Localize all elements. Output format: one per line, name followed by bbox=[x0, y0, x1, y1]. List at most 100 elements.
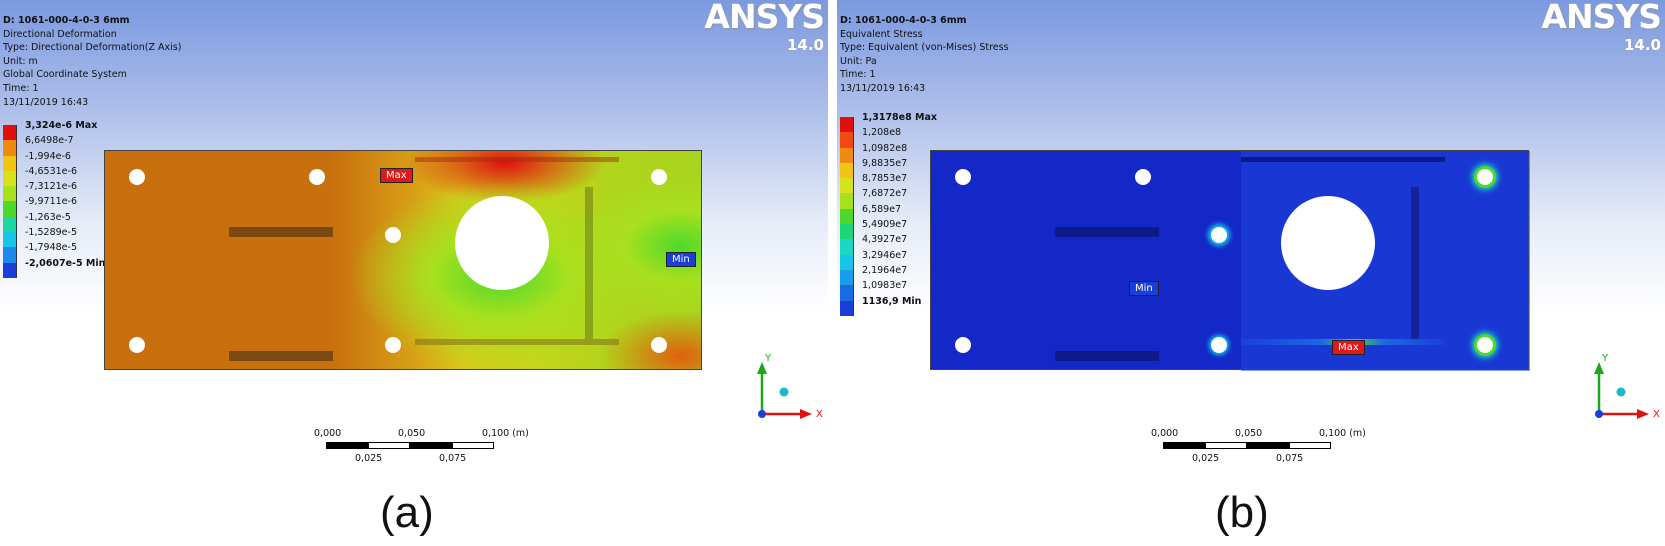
scale-segment bbox=[1247, 442, 1289, 449]
caption-b: (b) bbox=[1215, 488, 1269, 537]
scale-segment bbox=[326, 442, 368, 449]
legend-swatch bbox=[840, 269, 854, 286]
legend-swatch bbox=[840, 178, 854, 194]
slot-vertical bbox=[585, 187, 593, 339]
legend-label: 5,4909e7 bbox=[862, 219, 908, 231]
result-timestamp: 13/11/2019 16:43 bbox=[840, 82, 926, 94]
fea-model-deformation[interactable] bbox=[104, 150, 702, 370]
slot-vertical bbox=[1411, 187, 1419, 339]
legend-label: 3,2946e7 bbox=[862, 249, 908, 261]
legend-label: -4,6531e-6 bbox=[25, 165, 77, 177]
ansys-brand: ANSYS bbox=[1541, 0, 1662, 36]
result-unit: Unit: Pa bbox=[840, 55, 877, 67]
slot bbox=[229, 227, 333, 237]
result-timestamp: 13/11/2019 16:43 bbox=[3, 96, 89, 108]
bolt-hole bbox=[651, 337, 667, 353]
center-bore-hole bbox=[1281, 196, 1375, 290]
legend-swatch bbox=[3, 155, 17, 171]
bolt-hole bbox=[1211, 337, 1227, 353]
scale-tick-2: 0,100 (m) bbox=[482, 428, 529, 439]
result-time: Time: 1 bbox=[840, 69, 876, 81]
bolt-hole bbox=[129, 337, 145, 353]
bolt-hole bbox=[955, 337, 971, 353]
scale-segment bbox=[452, 442, 494, 449]
legend-label: 4,3927e7 bbox=[862, 234, 908, 246]
legend-label-min: -2,0607e-5 Min bbox=[25, 257, 106, 269]
triad-y-label: Y bbox=[1601, 353, 1609, 364]
scale-tick-4: 0,075 bbox=[439, 453, 467, 464]
legend-swatch bbox=[840, 239, 854, 255]
legend-label: 1,208e8 bbox=[862, 127, 902, 139]
legend-label: 1,0983e7 bbox=[862, 280, 908, 292]
legend-label-max: 3,324e-6 Max bbox=[25, 120, 98, 131]
bolt-hole bbox=[385, 337, 401, 353]
bolt-hole bbox=[651, 169, 667, 185]
scale-tick-2: 0,100 (m) bbox=[1319, 428, 1366, 439]
model-title: D: 1061-000-4-0-3 6mm bbox=[840, 15, 967, 26]
min-marker[interactable]: Min bbox=[1129, 281, 1159, 296]
slot-top-edge bbox=[415, 157, 619, 162]
legend-swatch bbox=[3, 262, 17, 278]
result-type: Type: Directional Deformation(Z Axis) bbox=[3, 42, 182, 54]
scale-tick-3: 0,025 bbox=[355, 453, 383, 464]
caption-a: (a) bbox=[380, 488, 434, 537]
scale-segment bbox=[410, 442, 452, 449]
result-info-block: D: 1061-000-4-0-3 6mm Equivalent Stress … bbox=[840, 14, 1009, 96]
legend-label-max: 1,3178e8 Max bbox=[862, 112, 938, 123]
axis-triad-icon[interactable]: Y X bbox=[1585, 352, 1660, 422]
ansys-version: 14.0 bbox=[786, 36, 824, 54]
triad-x-label: X bbox=[1653, 409, 1660, 420]
legend-swatch bbox=[840, 193, 854, 209]
legend-label: 1,0982e8 bbox=[862, 142, 908, 154]
bolt-hole bbox=[129, 169, 145, 185]
ansys-logo: ANSYS 14.0 bbox=[704, 0, 825, 54]
result-type: Type: Equivalent (von-Mises) Stress bbox=[840, 42, 1009, 54]
min-marker[interactable]: Min bbox=[666, 252, 696, 267]
scale-tick-1: 0,050 bbox=[398, 428, 426, 439]
legend-swatch bbox=[3, 170, 17, 187]
legend-swatch bbox=[840, 300, 854, 316]
max-marker[interactable]: Max bbox=[1332, 340, 1365, 355]
slot-top-edge bbox=[1241, 157, 1445, 162]
legend-swatch bbox=[3, 186, 17, 202]
scale-bar: 0,000 0,050 0,100 (m) 0,025 0,075 bbox=[1149, 428, 1366, 468]
viewport-equivalent-stress[interactable]: D: 1061-000-4-0-3 6mm Equivalent Stress … bbox=[837, 0, 1665, 464]
bolt-hole-hotspot bbox=[1477, 169, 1493, 185]
result-unit: Unit: m bbox=[3, 55, 38, 67]
triad-y-label: Y bbox=[764, 353, 772, 364]
legend-label: 8,7853e7 bbox=[862, 173, 908, 185]
result-name: Equivalent Stress bbox=[840, 28, 923, 40]
legend-label: 2,1964e7 bbox=[862, 264, 908, 276]
result-time: Time: 1 bbox=[3, 82, 39, 94]
legend-label: 6,6498e-7 bbox=[25, 135, 74, 147]
fea-model-stress[interactable] bbox=[930, 150, 1530, 371]
ansys-version: 14.0 bbox=[1623, 36, 1661, 54]
bolt-hole-hotspot bbox=[1477, 337, 1493, 353]
legend-swatch bbox=[840, 254, 854, 270]
legend-label: -7,3121e-6 bbox=[25, 181, 77, 193]
legend-swatch bbox=[3, 125, 17, 141]
axis-triad-icon[interactable]: Y X bbox=[748, 352, 823, 422]
legend-swatch bbox=[840, 224, 854, 240]
legend-swatch bbox=[840, 208, 854, 225]
legend-label: -1,263e-5 bbox=[25, 211, 71, 223]
bolt-hole bbox=[309, 169, 325, 185]
result-info-block: D: 1061-000-4-0-3 6mm Directional Deform… bbox=[3, 14, 181, 109]
result-name: Directional Deformation bbox=[3, 28, 117, 40]
legend-swatch bbox=[3, 247, 17, 263]
scale-segment bbox=[1205, 442, 1247, 449]
legend-swatch bbox=[840, 132, 854, 148]
max-marker[interactable]: Max bbox=[380, 168, 413, 183]
coordinate-system: Global Coordinate System bbox=[3, 69, 127, 81]
scale-bar: 0,000 0,050 0,100 (m) 0,025 0,075 bbox=[312, 428, 529, 468]
legend-label: 9,8835e7 bbox=[862, 157, 908, 169]
legend-swatch bbox=[840, 117, 854, 133]
viewport-directional-deformation[interactable]: D: 1061-000-4-0-3 6mm Directional Deform… bbox=[0, 0, 828, 464]
slot bbox=[1055, 227, 1159, 237]
legend-swatch bbox=[3, 140, 17, 156]
legend-swatch bbox=[840, 162, 854, 179]
scale-segment bbox=[1289, 442, 1331, 449]
scale-tick-0: 0,000 bbox=[1151, 428, 1179, 439]
scale-segment bbox=[1163, 442, 1205, 449]
legend-swatch bbox=[3, 216, 17, 233]
